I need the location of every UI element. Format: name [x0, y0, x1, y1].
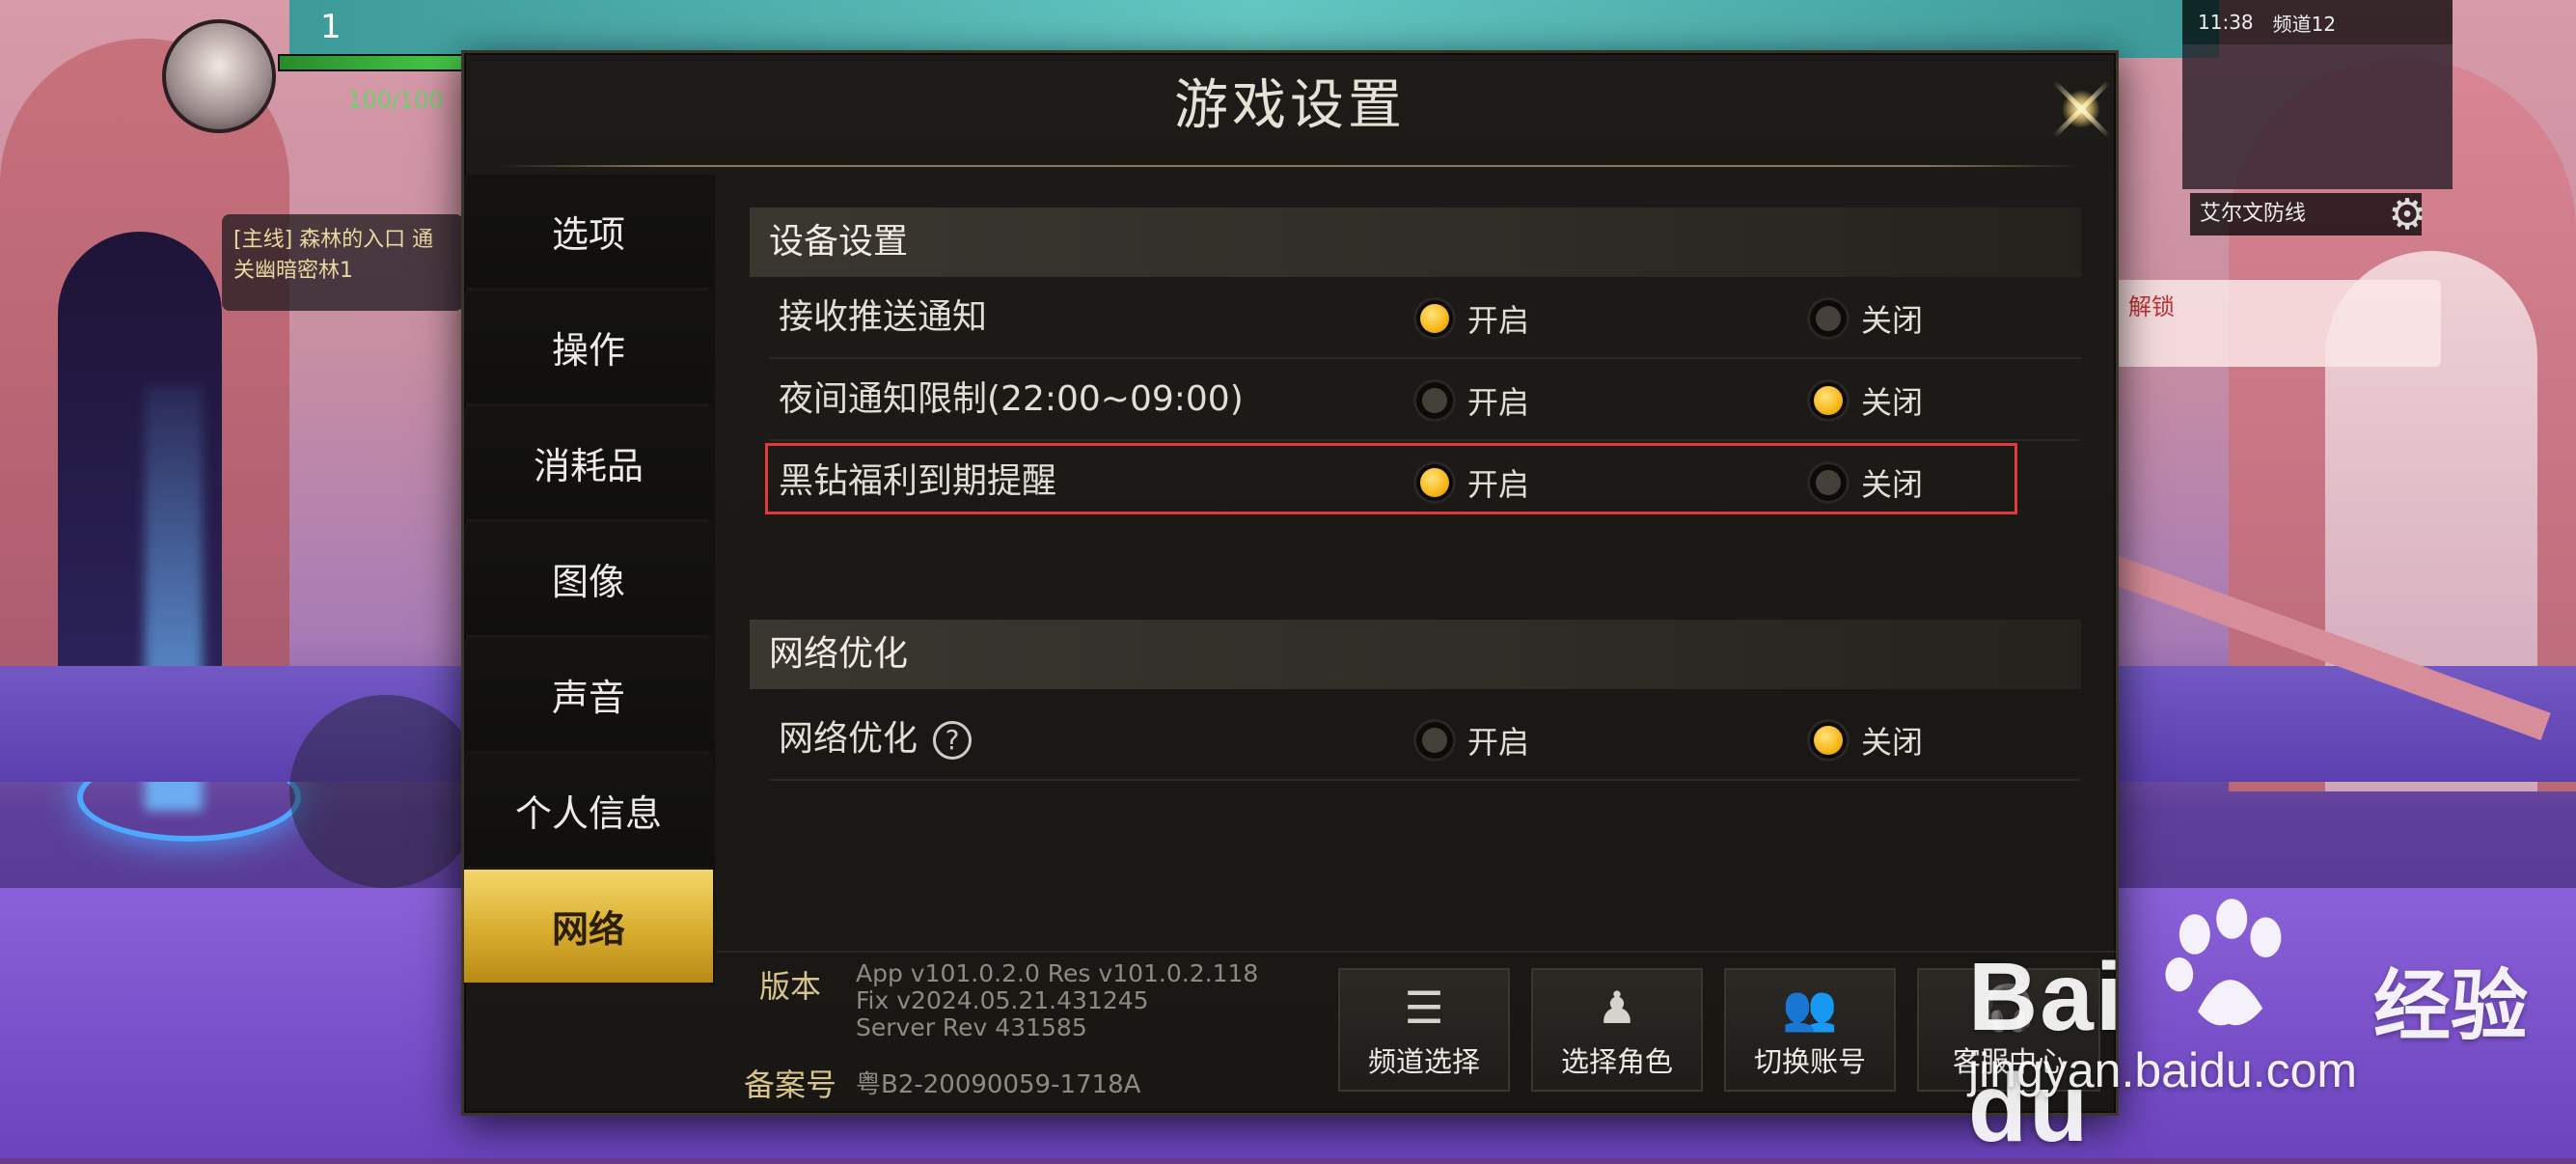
- hp-text: 100/100: [347, 87, 444, 114]
- setting-row-night-limit: 夜间通知限制(22:00~09:00) 开启 关闭: [769, 359, 2081, 441]
- radio-on[interactable]: 开启: [1413, 296, 1529, 341]
- sidebar-item-profile[interactable]: 个人信息: [464, 754, 713, 867]
- button-label: 客服中心: [1952, 1045, 2065, 1078]
- game-settings-dialog: 游戏设置 选项 操作 消耗品 图像 声音 个人信息 网络 设备设置 接收推送通知…: [461, 50, 2119, 1116]
- footer-divider: [717, 951, 2116, 953]
- radio-label: 开启: [1467, 302, 1530, 339]
- close-button[interactable]: [2033, 61, 2129, 157]
- dialog-title: 游戏设置: [1174, 74, 1406, 137]
- version-line: Fix v2024.05.21.431245: [856, 986, 1149, 1014]
- system-status-bar: 11:38 频道12: [2182, 0, 2453, 44]
- version-line: App v101.0.2.0 Res v101.0.2.118: [856, 959, 1259, 987]
- player-avatar[interactable]: [162, 19, 276, 133]
- version-line: Server Rev 431585: [856, 1013, 1087, 1041]
- character-icon: ♟: [1597, 982, 1637, 1034]
- radio-off[interactable]: 关闭: [1807, 378, 1923, 423]
- customer-service-button[interactable]: 🎧 客服中心: [1917, 968, 2100, 1092]
- radio-unselected-icon: [1413, 379, 1456, 422]
- radio-selected-icon: [1413, 461, 1456, 504]
- settings-sidebar: 选项 操作 消耗品 图像 声音 个人信息 网络: [464, 175, 713, 985]
- title-divider: [499, 165, 2081, 167]
- radio-label: 关闭: [1861, 724, 1924, 761]
- section-header-network: 网络优化: [750, 620, 2081, 689]
- setting-row-push-notify: 接收推送通知 开启 关闭: [769, 277, 2081, 359]
- list-icon: ☰: [1404, 982, 1444, 1034]
- setting-row-black-diamond: 黑钻福利到期提醒 开启 关闭: [765, 441, 2081, 521]
- radio-selected-icon: [1807, 719, 1850, 762]
- setting-label: 夜间通知限制(22:00~09:00): [779, 379, 1244, 419]
- version-info: App v101.0.2.0 Res v101.0.2.118 Fix v202…: [856, 960, 1258, 1041]
- close-icon: [2062, 90, 2100, 128]
- channel-select-button[interactable]: ☰ 频道选择: [1338, 968, 1510, 1092]
- quest-tracker[interactable]: [主线] 森林的入口 通关幽暗密林1: [222, 214, 463, 311]
- radio-selected-icon: [1413, 297, 1456, 340]
- switch-account-button[interactable]: 👥 切换账号: [1724, 968, 1896, 1092]
- radio-off[interactable]: 关闭: [1807, 718, 1923, 762]
- setting-label: 接收推送通知: [779, 297, 988, 337]
- users-icon: 👥: [1782, 982, 1838, 1034]
- radio-label: 开启: [1467, 724, 1530, 761]
- sidebar-item-consumables[interactable]: 消耗品: [464, 406, 713, 519]
- unlock-notice[interactable]: 解锁: [2113, 280, 2441, 367]
- button-label: 频道选择: [1367, 1045, 1480, 1078]
- version-label: 版本: [759, 968, 822, 1005]
- section-header-device: 设备设置: [750, 208, 2081, 277]
- button-label: 选择角色: [1560, 1045, 1673, 1078]
- setting-row-network-opt: 网络优化? 开启 关闭: [769, 699, 2081, 781]
- minimap[interactable]: [2182, 44, 2453, 189]
- gear-icon[interactable]: ⚙: [2381, 189, 2433, 241]
- sidebar-item-graphics[interactable]: 图像: [464, 522, 713, 635]
- radio-off[interactable]: 关闭: [1807, 460, 1923, 505]
- radio-unselected-icon: [1807, 461, 1850, 504]
- radio-on[interactable]: 开启: [1413, 718, 1529, 762]
- radio-label: 关闭: [1861, 466, 1924, 503]
- setting-label: 黑钻福利到期提醒: [779, 461, 1057, 501]
- radio-on[interactable]: 开启: [1413, 378, 1529, 423]
- record-value: 粤B2-20090059-1718A: [856, 1070, 1141, 1099]
- radio-unselected-icon: [1413, 719, 1456, 762]
- clock: 11:38: [2198, 11, 2254, 34]
- player-level: 1: [320, 8, 342, 46]
- ceiling-trim: [289, 0, 2219, 58]
- radio-off[interactable]: 关闭: [1807, 296, 1923, 341]
- select-character-button[interactable]: ♟ 选择角色: [1531, 968, 1703, 1092]
- radio-label: 关闭: [1861, 384, 1924, 421]
- help-icon[interactable]: ?: [933, 721, 973, 760]
- hp-bar: [278, 54, 475, 71]
- radio-label: 开启: [1467, 466, 1530, 503]
- settings-content: 设备设置 接收推送通知 开启 关闭 夜间通知限制(22:00~09:00) 开启…: [750, 208, 2081, 781]
- radio-selected-icon: [1807, 379, 1850, 422]
- record-label: 备案号: [744, 1067, 837, 1103]
- setting-label: 网络优化: [779, 719, 918, 759]
- virtual-joystick[interactable]: [289, 695, 482, 888]
- sidebar-item-sound[interactable]: 声音: [464, 638, 713, 751]
- radio-label: 开启: [1467, 384, 1530, 421]
- sidebar-item-options[interactable]: 选项: [464, 175, 713, 288]
- setting-label-wrap: 网络优化?: [779, 699, 973, 779]
- headset-icon: 🎧: [1981, 982, 2037, 1034]
- button-label: 切换账号: [1753, 1045, 1866, 1078]
- radio-on[interactable]: 开启: [1413, 460, 1529, 505]
- sidebar-item-network[interactable]: 网络: [464, 870, 713, 983]
- channel-indicator: 频道12: [2272, 12, 2337, 36]
- sidebar-item-controls[interactable]: 操作: [464, 291, 713, 403]
- radio-label: 关闭: [1861, 302, 1924, 339]
- radio-unselected-icon: [1807, 297, 1850, 340]
